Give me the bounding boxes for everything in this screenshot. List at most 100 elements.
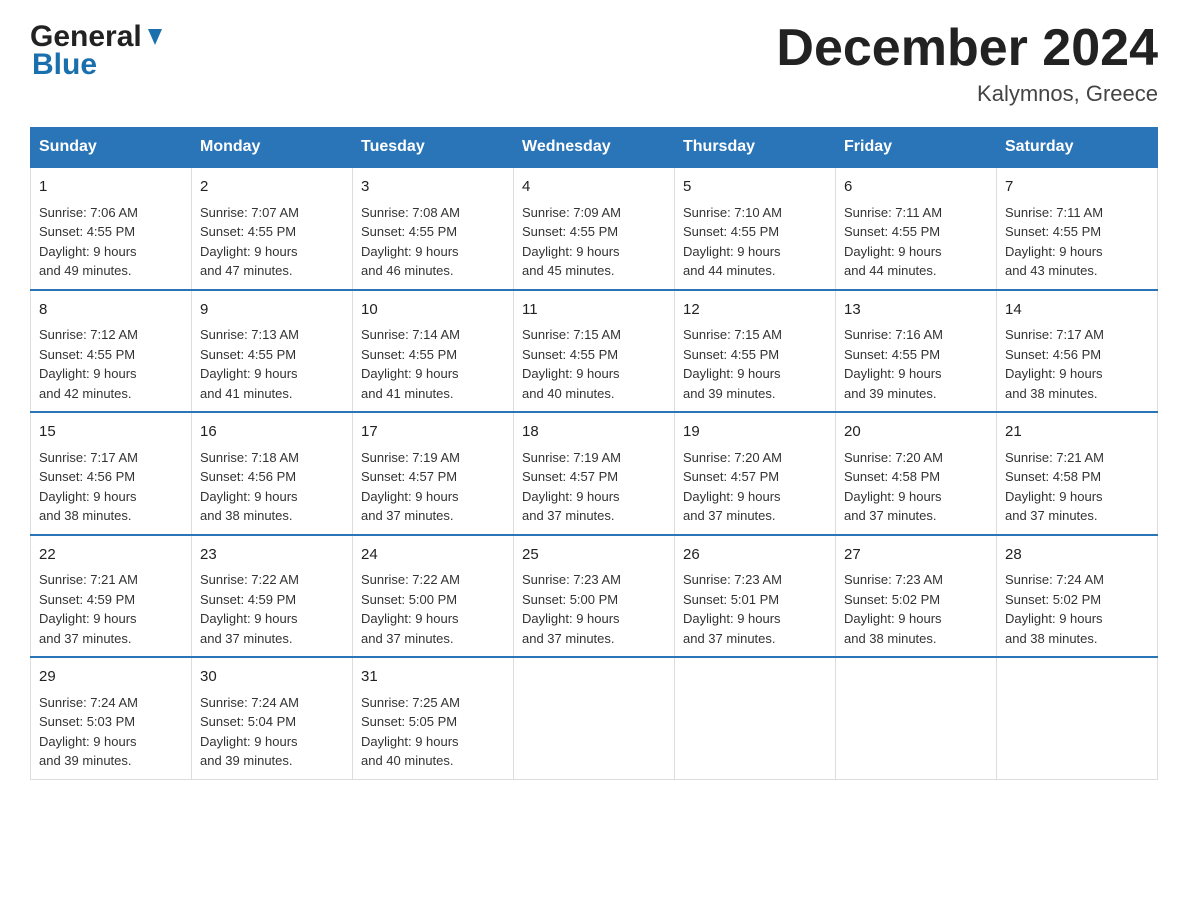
day-info: Sunrise: 7:10 AMSunset: 4:55 PMDaylight:… [683,203,827,281]
day-info: Sunrise: 7:08 AMSunset: 4:55 PMDaylight:… [361,203,505,281]
calendar-cell: 28 Sunrise: 7:24 AMSunset: 5:02 PMDayligh… [997,535,1158,658]
calendar-cell: 9 Sunrise: 7:13 AMSunset: 4:55 PMDaylight… [192,290,353,413]
logo: General Blue [30,20,166,82]
day-number: 23 [200,544,344,567]
calendar-cell: 10 Sunrise: 7:14 AMSunset: 4:55 PMDayligh… [353,290,514,413]
day-number: 22 [39,544,183,567]
day-number: 26 [683,544,827,567]
day-info: Sunrise: 7:24 AMSunset: 5:04 PMDaylight:… [200,693,344,771]
weekday-header-wednesday: Wednesday [514,128,675,168]
calendar-week-4: 22 Sunrise: 7:21 AMSunset: 4:59 PMDayligh… [31,535,1158,658]
day-info: Sunrise: 7:14 AMSunset: 4:55 PMDaylight:… [361,325,505,403]
day-number: 18 [522,421,666,444]
calendar-cell: 16Sunrise: 7:18 AMSunset: 4:56 PMDayligh… [192,412,353,535]
day-number: 25 [522,544,666,567]
day-info: Sunrise: 7:06 AMSunset: 4:55 PMDaylight:… [39,203,183,281]
day-number: 31 [361,666,505,689]
day-number: 29 [39,666,183,689]
day-info: Sunrise: 7:12 AMSunset: 4:55 PMDaylight:… [39,325,183,403]
day-info: Sunrise: 7:15 AMSunset: 4:55 PMDaylight:… [683,325,827,403]
day-number: 14 [1005,299,1149,322]
day-number: 16 [200,421,344,444]
calendar-cell: 3 Sunrise: 7:08 AMSunset: 4:55 PMDaylight… [353,167,514,290]
day-number: 13 [844,299,988,322]
calendar-cell: 8Sunrise: 7:12 AMSunset: 4:55 PMDaylight… [31,290,192,413]
calendar-cell: 4Sunrise: 7:09 AMSunset: 4:55 PMDaylight… [514,167,675,290]
calendar-cell [836,657,997,779]
calendar-cell: 14Sunrise: 7:17 AMSunset: 4:56 PMDayligh… [997,290,1158,413]
day-info: Sunrise: 7:24 AMSunset: 5:02 PMDaylight:… [1005,570,1149,648]
day-info: Sunrise: 7:25 AMSunset: 5:05 PMDaylight:… [361,693,505,771]
calendar-week-3: 15Sunrise: 7:17 AMSunset: 4:56 PMDayligh… [31,412,1158,535]
day-number: 3 [361,176,505,199]
day-number: 10 [361,299,505,322]
weekday-header-tuesday: Tuesday [353,128,514,168]
day-number: 11 [522,299,666,322]
day-number: 28 [1005,544,1149,567]
calendar-cell: 13Sunrise: 7:16 AMSunset: 4:55 PMDayligh… [836,290,997,413]
day-number: 15 [39,421,183,444]
weekday-header-sunday: Sunday [31,128,192,168]
calendar-cell: 1 Sunrise: 7:06 AMSunset: 4:55 PMDaylight… [31,167,192,290]
day-number: 4 [522,176,666,199]
calendar-cell [675,657,836,779]
calendar-cell: 27Sunrise: 7:23 AMSunset: 5:02 PMDayligh… [836,535,997,658]
calendar-cell: 18 Sunrise: 7:19 AMSunset: 4:57 PMDayligh… [514,412,675,535]
page-header: General Blue December 2024 Kalymnos, Gre… [30,20,1158,107]
day-number: 2 [200,176,344,199]
logo-blue-text: Blue [30,48,97,82]
day-info: Sunrise: 7:19 AMSunset: 4:57 PMDaylight:… [522,448,666,526]
page-title: December 2024 [776,20,1158,77]
day-info: Sunrise: 7:20 AMSunset: 4:57 PMDaylight:… [683,448,827,526]
day-info: Sunrise: 7:21 AMSunset: 4:59 PMDaylight:… [39,570,183,648]
calendar-cell: 11 Sunrise: 7:15 AMSunset: 4:55 PMDayligh… [514,290,675,413]
calendar-cell: 12 Sunrise: 7:15 AMSunset: 4:55 PMDayligh… [675,290,836,413]
calendar-table: SundayMondayTuesdayWednesdayThursdayFrid… [30,127,1158,780]
calendar-header: SundayMondayTuesdayWednesdayThursdayFrid… [31,128,1158,168]
day-number: 17 [361,421,505,444]
day-number: 1 [39,176,183,199]
day-number: 19 [683,421,827,444]
calendar-week-1: 1 Sunrise: 7:06 AMSunset: 4:55 PMDaylight… [31,167,1158,290]
day-info: Sunrise: 7:22 AMSunset: 5:00 PMDaylight:… [361,570,505,648]
day-info: Sunrise: 7:23 AMSunset: 5:01 PMDaylight:… [683,570,827,648]
calendar-cell: 26 Sunrise: 7:23 AMSunset: 5:01 PMDayligh… [675,535,836,658]
calendar-cell: 7Sunrise: 7:11 AMSunset: 4:55 PMDaylight… [997,167,1158,290]
calendar-cell [997,657,1158,779]
calendar-week-2: 8Sunrise: 7:12 AMSunset: 4:55 PMDaylight… [31,290,1158,413]
day-info: Sunrise: 7:23 AMSunset: 5:00 PMDaylight:… [522,570,666,648]
day-info: Sunrise: 7:15 AMSunset: 4:55 PMDaylight:… [522,325,666,403]
day-number: 20 [844,421,988,444]
calendar-cell: 23 Sunrise: 7:22 AMSunset: 4:59 PMDayligh… [192,535,353,658]
calendar-cell: 19 Sunrise: 7:20 AMSunset: 4:57 PMDayligh… [675,412,836,535]
day-number: 5 [683,176,827,199]
title-block: December 2024 Kalymnos, Greece [776,20,1158,107]
day-number: 7 [1005,176,1149,199]
day-info: Sunrise: 7:13 AMSunset: 4:55 PMDaylight:… [200,325,344,403]
day-number: 9 [200,299,344,322]
day-number: 21 [1005,421,1149,444]
day-info: Sunrise: 7:24 AMSunset: 5:03 PMDaylight:… [39,693,183,771]
day-info: Sunrise: 7:21 AMSunset: 4:58 PMDaylight:… [1005,448,1149,526]
calendar-week-5: 29 Sunrise: 7:24 AMSunset: 5:03 PMDayligh… [31,657,1158,779]
logo-arrow-icon [144,27,166,49]
calendar-cell: 22 Sunrise: 7:21 AMSunset: 4:59 PMDayligh… [31,535,192,658]
calendar-cell: 25 Sunrise: 7:23 AMSunset: 5:00 PMDayligh… [514,535,675,658]
day-number: 6 [844,176,988,199]
day-info: Sunrise: 7:20 AMSunset: 4:58 PMDaylight:… [844,448,988,526]
day-number: 30 [200,666,344,689]
weekday-header-saturday: Saturday [997,128,1158,168]
day-info: Sunrise: 7:22 AMSunset: 4:59 PMDaylight:… [200,570,344,648]
calendar-cell: 6 Sunrise: 7:11 AMSunset: 4:55 PMDaylight… [836,167,997,290]
calendar-cell: 2Sunrise: 7:07 AMSunset: 4:55 PMDaylight… [192,167,353,290]
day-info: Sunrise: 7:11 AMSunset: 4:55 PMDaylight:… [844,203,988,281]
day-info: Sunrise: 7:23 AMSunset: 5:02 PMDaylight:… [844,570,988,648]
calendar-cell: 20 Sunrise: 7:20 AMSunset: 4:58 PMDayligh… [836,412,997,535]
calendar-cell [514,657,675,779]
day-number: 12 [683,299,827,322]
calendar-cell: 29 Sunrise: 7:24 AMSunset: 5:03 PMDayligh… [31,657,192,779]
weekday-header-monday: Monday [192,128,353,168]
day-info: Sunrise: 7:19 AMSunset: 4:57 PMDaylight:… [361,448,505,526]
day-number: 24 [361,544,505,567]
weekday-header-thursday: Thursday [675,128,836,168]
